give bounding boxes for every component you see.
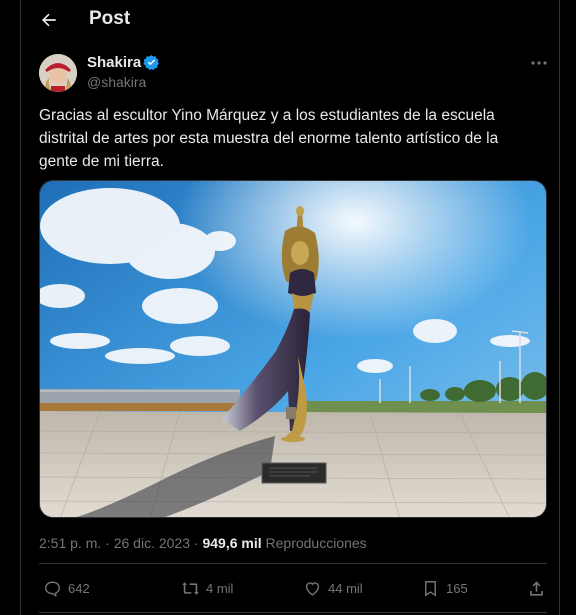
post-time[interactable]: 2:51 p. m. bbox=[39, 535, 101, 551]
page-title: Post bbox=[89, 8, 131, 29]
views-count: 949,6 mil bbox=[202, 535, 262, 551]
tweet-text: Gracias al escultor Yino Márquez y a los… bbox=[39, 104, 539, 173]
repost-icon bbox=[182, 581, 199, 595]
repost-button[interactable]: 4 mil bbox=[181, 578, 233, 598]
reply-button[interactable]: 642 bbox=[43, 578, 90, 598]
like-button[interactable]: 44 mil bbox=[303, 578, 363, 598]
tweet-text-line: gente de mi tierra. bbox=[39, 153, 164, 170]
heart-icon bbox=[305, 581, 320, 596]
more-options-icon[interactable] bbox=[529, 56, 549, 70]
meta-separator: · bbox=[190, 535, 203, 551]
views-label: Reproducciones bbox=[261, 535, 367, 551]
divider bbox=[39, 612, 547, 613]
tweet-text-line: Gracias al escultor Yino Márquez y a los… bbox=[39, 107, 495, 124]
post-metadata: 2:51 p. m. · 26 dic. 2023 · 949,6 mil Re… bbox=[39, 535, 367, 551]
post-date[interactable]: 26 dic. 2023 bbox=[114, 535, 190, 551]
avatar[interactable] bbox=[39, 54, 77, 92]
tweet-photo-statue[interactable] bbox=[39, 180, 547, 518]
share-button[interactable] bbox=[527, 578, 546, 598]
verified-badge-icon bbox=[143, 55, 159, 70]
repost-count: 4 mil bbox=[206, 580, 234, 596]
author-handle[interactable]: @shakira bbox=[87, 74, 146, 90]
reply-count: 642 bbox=[68, 580, 90, 596]
bookmark-button[interactable]: 165 bbox=[421, 578, 468, 598]
back-arrow-icon[interactable] bbox=[39, 10, 59, 30]
post-detail-panel: Post Shakira @shakira Gracias al esculto… bbox=[20, 0, 560, 615]
author-name[interactable]: Shakira bbox=[87, 54, 141, 71]
reply-icon bbox=[45, 580, 60, 597]
share-icon bbox=[530, 580, 543, 596]
bookmark-icon bbox=[425, 580, 436, 597]
top-bar: Post bbox=[21, 0, 559, 40]
bookmark-count: 165 bbox=[446, 580, 468, 596]
like-count: 44 mil bbox=[328, 580, 363, 596]
tweet-text-line: distrital de artes por esta muestra del … bbox=[39, 130, 499, 147]
action-bar: 642 4 mil 44 mil 165 bbox=[39, 572, 547, 604]
meta-separator: · bbox=[101, 535, 114, 551]
divider bbox=[39, 563, 547, 564]
